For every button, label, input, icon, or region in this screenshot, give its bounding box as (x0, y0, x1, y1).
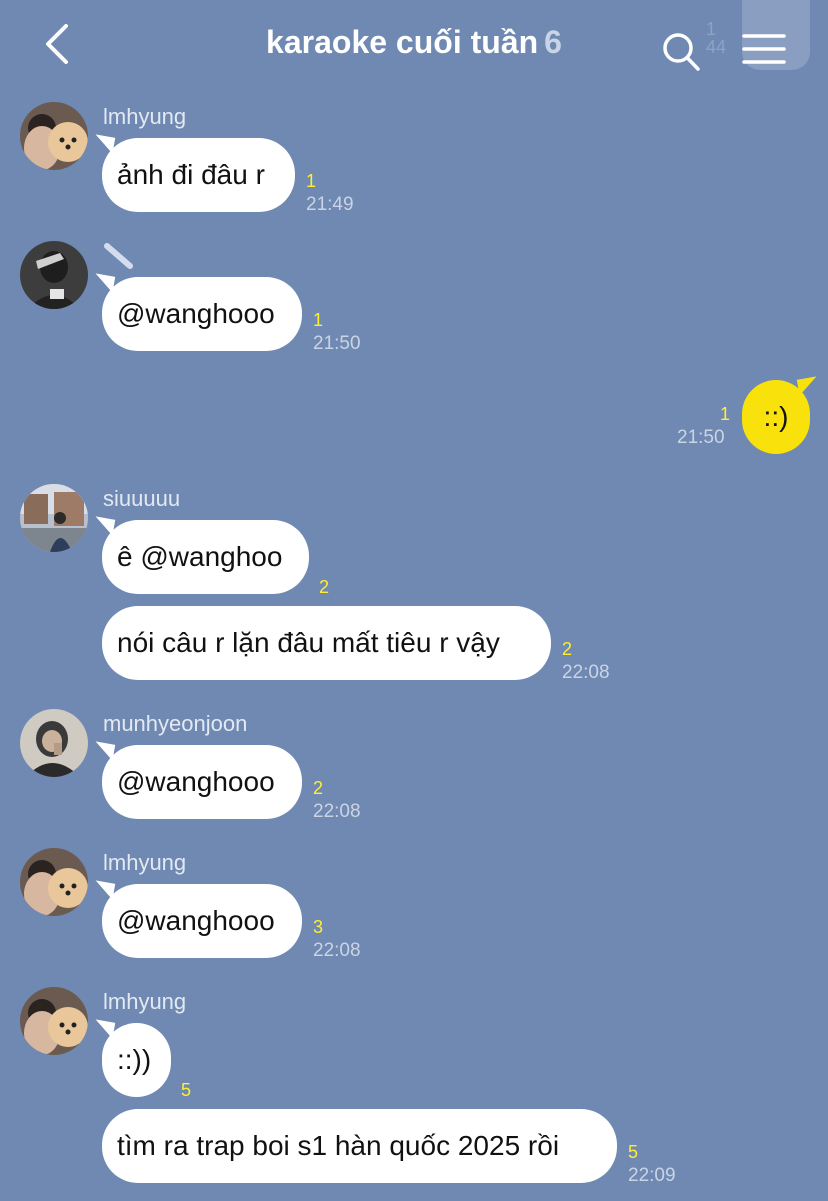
read-count: 1 (313, 310, 324, 330)
message-bubble[interactable]: ê @wanghoo (102, 520, 309, 594)
message-time: 22:08 (313, 940, 361, 961)
avatar-user[interactable] (20, 241, 88, 309)
avatar-lmhyung[interactable] (20, 987, 88, 1055)
message-bubble[interactable]: ảnh đi đâu r (102, 138, 295, 212)
my-message-bubble[interactable]: ::) (742, 380, 810, 454)
message-bubble[interactable]: @wanghooo (102, 277, 302, 351)
search-icon (663, 33, 700, 71)
read-count: 5 (628, 1142, 639, 1162)
message-time: 21:50 (677, 427, 725, 448)
message-bubble[interactable]: nói câu r lặn đâu mất tiêu r vậy (102, 606, 551, 680)
message-time: 21:49 (306, 194, 354, 215)
read-count: 2 (562, 639, 573, 659)
menu-button[interactable] (742, 30, 786, 70)
read-count: 3 (313, 917, 324, 937)
message-bubble[interactable]: ::)) (102, 1023, 171, 1097)
message-time: 22:08 (562, 662, 610, 683)
sender-icon (102, 242, 136, 275)
avatar-lmhyung[interactable] (20, 848, 88, 916)
sender-name: lmhyung (103, 989, 187, 1014)
avatar-munhyeonjoon[interactable] (20, 709, 88, 777)
group-name: karaoke cuối tuần (266, 24, 539, 60)
member-count: 6 (544, 24, 562, 60)
message-bubble[interactable]: tìm ra trap boi s1 hàn quốc 2025 rồi (102, 1109, 617, 1183)
avatar-siuuuuu[interactable] (20, 484, 88, 552)
chat-title: karaoke cuối tuần 6 (0, 24, 828, 61)
sender-name: lmhyung (103, 104, 187, 129)
message-bubble[interactable]: @wanghooo (102, 884, 302, 958)
sender-name: munhyeonjoon (103, 711, 248, 736)
sender-name: lmhyung (103, 850, 187, 875)
message-bubble[interactable]: @wanghooo (102, 745, 302, 819)
message-time: 22:08 (313, 801, 361, 822)
read-count: 5 (181, 1080, 192, 1100)
chat-header: 1 44 karaoke cuối tuần 6 (0, 0, 828, 92)
message-time: 21:50 (313, 333, 361, 354)
avatar-lmhyung[interactable] (20, 102, 88, 170)
message-time: 22:09 (628, 1165, 676, 1186)
read-count: 1 (306, 171, 317, 191)
read-count: 2 (313, 778, 324, 798)
search-button[interactable] (660, 30, 702, 74)
hamburger-menu-icon (742, 34, 786, 64)
read-count: 1 (720, 404, 731, 424)
sender-name: siuuuuu (103, 486, 181, 511)
read-count: 2 (319, 577, 330, 597)
